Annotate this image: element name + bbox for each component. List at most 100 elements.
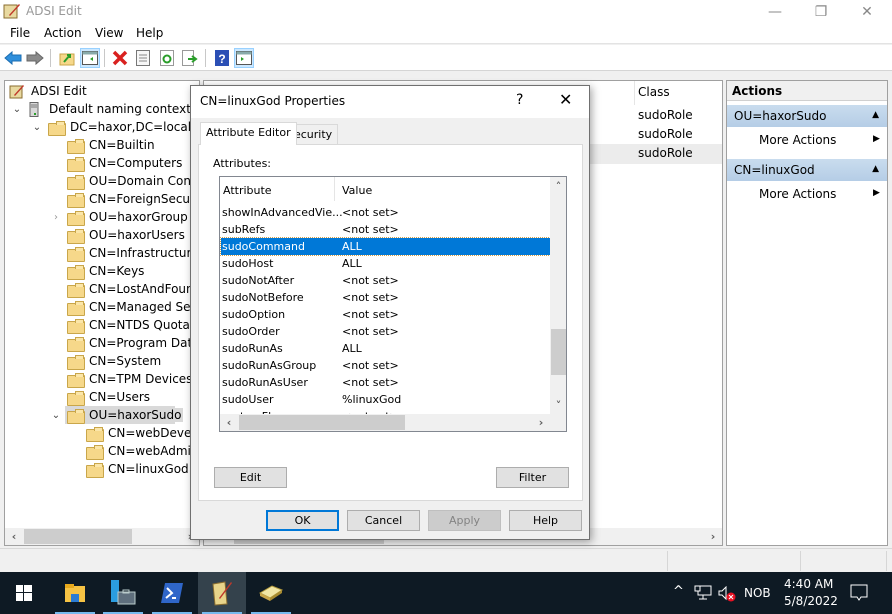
expand-chevron-icon[interactable]: ⌄ bbox=[51, 411, 61, 421]
scroll-right-icon[interactable]: › bbox=[706, 529, 720, 544]
menu-action[interactable]: Action bbox=[44, 26, 82, 40]
dialog-close-icon[interactable]: ✕ bbox=[559, 90, 572, 109]
scroll-up-icon[interactable]: ˄ bbox=[550, 178, 566, 195]
tree-item[interactable]: CN=TPM Devices bbox=[67, 370, 194, 388]
dialog-help-icon[interactable]: ? bbox=[516, 92, 523, 108]
input-language[interactable]: NOB bbox=[744, 586, 771, 600]
attribute-row-selected[interactable]: sudoCommand ALL bbox=[220, 237, 551, 256]
edit-button[interactable]: Edit bbox=[214, 467, 287, 488]
scrollbar-thumb[interactable] bbox=[551, 329, 566, 375]
restore-button[interactable]: ❐ bbox=[798, 0, 844, 24]
list-item-class[interactable]: sudoRole bbox=[638, 108, 693, 122]
dialog-title-bar[interactable]: CN=linuxGod Properties ? ✕ bbox=[191, 86, 589, 118]
column-header-class[interactable]: Class bbox=[638, 85, 670, 99]
tree-item[interactable]: CN=Keys bbox=[67, 262, 146, 280]
attribute-vertical-scrollbar[interactable]: ˄ ˅ bbox=[550, 177, 566, 414]
attribute-row[interactable]: sudoOption <not set> bbox=[221, 306, 550, 323]
help-button[interactable]: ? bbox=[212, 48, 232, 68]
taskbar-adsi-edit[interactable] bbox=[198, 572, 246, 614]
tree-item[interactable]: CN=webAdmin bbox=[86, 442, 199, 460]
action-center-icon[interactable] bbox=[850, 584, 868, 602]
delete-button[interactable] bbox=[110, 48, 130, 68]
attribute-row[interactable]: sudoUser %linuxGod bbox=[221, 391, 550, 408]
start-button[interactable] bbox=[0, 572, 48, 614]
attribute-row[interactable]: showInAdvancedVie... <not set> bbox=[221, 204, 550, 221]
tree-item[interactable]: CN=webDevelo bbox=[86, 424, 199, 442]
tree-item[interactable]: OU=haxorUsers bbox=[67, 226, 187, 244]
more-actions-linuxgod[interactable]: More Actions ▶ bbox=[759, 187, 880, 201]
forward-button[interactable] bbox=[25, 48, 45, 68]
column-header-attribute[interactable]: Attribute bbox=[223, 184, 272, 197]
tree-item[interactable]: OU=haxorGroup bbox=[67, 208, 190, 226]
taskbar-app[interactable] bbox=[247, 572, 295, 614]
tab-attribute-editor[interactable]: Attribute Editor bbox=[200, 122, 297, 145]
tree-item[interactable]: CN=LostAndFound bbox=[67, 280, 199, 298]
scroll-left-icon[interactable]: ‹ bbox=[222, 415, 236, 430]
show-hide-action-pane-button[interactable] bbox=[234, 48, 254, 68]
filter-button[interactable]: Filter bbox=[496, 467, 569, 488]
collapsed-chevron-icon[interactable]: › bbox=[51, 213, 61, 223]
tree-item-adsi-edit-root[interactable]: ADSI Edit bbox=[9, 82, 89, 100]
column-separator[interactable] bbox=[334, 177, 335, 201]
taskbar-server-manager[interactable] bbox=[99, 572, 147, 614]
up-one-level-button[interactable] bbox=[57, 48, 77, 68]
show-hide-console-tree-button[interactable] bbox=[80, 48, 100, 68]
close-button[interactable]: ✕ bbox=[844, 0, 890, 24]
tree-horizontal-scrollbar[interactable]: ‹ › bbox=[5, 528, 199, 545]
menu-view[interactable]: View bbox=[95, 26, 123, 40]
taskbar-file-explorer[interactable] bbox=[51, 572, 99, 614]
more-actions-haxorsudo[interactable]: More Actions ▶ bbox=[759, 133, 880, 147]
refresh-button[interactable] bbox=[157, 48, 177, 68]
collapse-up-icon[interactable]: ▲ bbox=[872, 110, 879, 120]
list-item-class[interactable]: sudoRole bbox=[638, 127, 693, 141]
scrollbar-thumb[interactable] bbox=[24, 529, 132, 544]
tree-item[interactable]: CN=Program Data bbox=[67, 334, 199, 352]
help-button[interactable]: Help bbox=[509, 510, 582, 531]
tree-item[interactable]: CN=Builtin bbox=[67, 136, 157, 154]
attribute-row[interactable]: sudoRunAsGroup <not set> bbox=[221, 357, 550, 374]
attribute-row[interactable]: sudoRunAsUser <not set> bbox=[221, 374, 550, 391]
list-item-class[interactable]: sudoRole bbox=[638, 146, 693, 160]
tree-item[interactable]: CN=NTDS Quotas bbox=[67, 316, 198, 334]
tree-item[interactable]: CN=Infrastructure bbox=[67, 244, 199, 262]
attribute-row[interactable]: sudoNotAfter <not set> bbox=[221, 272, 550, 289]
taskbar-powershell[interactable] bbox=[148, 572, 196, 614]
show-hidden-icons-chevron[interactable]: ^ bbox=[673, 584, 684, 599]
menu-file[interactable]: File bbox=[10, 26, 30, 40]
cancel-button[interactable]: Cancel bbox=[347, 510, 420, 531]
tree-item[interactable]: CN=System bbox=[67, 352, 163, 370]
tree-item-domain[interactable]: DC=haxor,DC=local bbox=[48, 118, 193, 136]
tree-item-default-naming-context[interactable]: Default naming context [D bbox=[29, 100, 199, 118]
tree-item[interactable]: CN=Users bbox=[67, 388, 152, 406]
attribute-row[interactable]: subRefs <not set> bbox=[221, 221, 550, 238]
tree-item[interactable]: CN=Computers bbox=[67, 154, 184, 172]
collapse-up-icon[interactable]: ▲ bbox=[872, 164, 879, 174]
scrollbar-thumb[interactable] bbox=[239, 415, 405, 430]
attribute-row[interactable]: sudoHost ALL bbox=[221, 255, 550, 272]
tree-item[interactable]: CN=ForeignSecurity bbox=[67, 190, 199, 208]
scroll-right-icon[interactable]: › bbox=[534, 415, 548, 430]
action-group-haxorsudo[interactable]: OU=haxorSudo ▲ bbox=[727, 105, 887, 127]
expand-chevron-icon[interactable]: ⌄ bbox=[32, 123, 42, 133]
clock-time[interactable]: 4:40 AM bbox=[784, 577, 833, 591]
apply-button[interactable]: Apply bbox=[428, 510, 501, 531]
action-group-linuxgod[interactable]: CN=linuxGod ▲ bbox=[727, 159, 887, 181]
tree-item-haxorsudo-selected[interactable]: OU=haxorSudo bbox=[65, 406, 184, 424]
attribute-row[interactable]: sudoNotBefore <not set> bbox=[221, 289, 550, 306]
export-list-button[interactable] bbox=[180, 48, 200, 68]
tree-item[interactable]: OU=Domain Contro bbox=[67, 172, 199, 190]
attribute-row[interactable]: sudoRunAs ALL bbox=[221, 340, 550, 357]
tree-item[interactable]: CN=linuxGod bbox=[86, 460, 191, 478]
menu-help[interactable]: Help bbox=[136, 26, 163, 40]
ok-button[interactable]: OK bbox=[266, 510, 339, 531]
back-button[interactable] bbox=[3, 48, 23, 68]
speaker-muted-icon[interactable] bbox=[718, 586, 736, 602]
clock-date[interactable]: 5/8/2022 bbox=[784, 594, 838, 608]
network-icon[interactable] bbox=[694, 585, 712, 601]
column-header-value[interactable]: Value bbox=[342, 184, 372, 197]
tree-item[interactable]: CN=Managed Servi bbox=[67, 298, 199, 316]
expand-chevron-icon[interactable]: ⌄ bbox=[12, 105, 22, 115]
scroll-down-icon[interactable]: ˅ bbox=[550, 397, 566, 414]
scroll-left-icon[interactable]: ‹ bbox=[7, 529, 21, 544]
properties-button[interactable] bbox=[133, 48, 153, 68]
